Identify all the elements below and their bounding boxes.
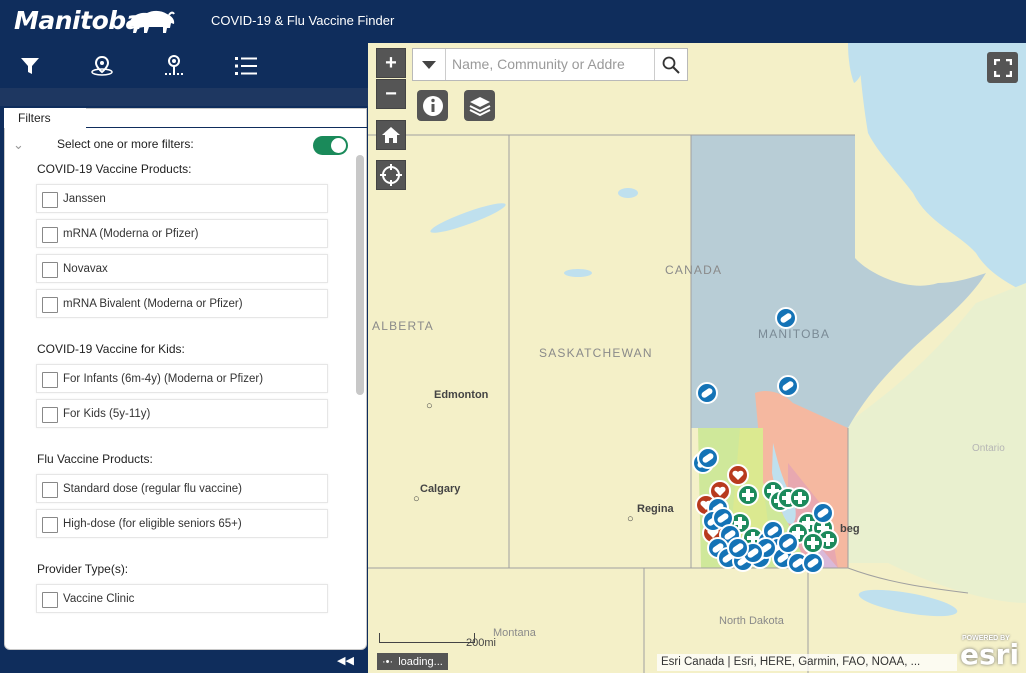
filter-option[interactable]: Vaccine Clinic bbox=[36, 584, 328, 613]
home-button[interactable] bbox=[376, 120, 406, 150]
crosshair-icon bbox=[380, 164, 402, 186]
layers-button[interactable] bbox=[464, 90, 495, 121]
esri-logo-text: esri bbox=[960, 638, 1020, 671]
locate-me-button[interactable] bbox=[376, 160, 406, 190]
scale-label: 200mi bbox=[466, 637, 496, 649]
caret-down-icon bbox=[422, 60, 436, 69]
section-title-covid-products: COVID-19 Vaccine Products: bbox=[37, 162, 192, 176]
app-title: COVID-19 & Flu Vaccine Finder bbox=[211, 13, 395, 28]
loading-indicator: ·•· loading... bbox=[377, 653, 448, 670]
section-title-provider-types: Provider Type(s): bbox=[37, 562, 129, 576]
search-input[interactable] bbox=[452, 56, 652, 72]
vaccine-site-marker[interactable] bbox=[727, 464, 749, 486]
vaccine-site-marker[interactable] bbox=[696, 382, 718, 404]
widget-toolbar bbox=[0, 43, 368, 88]
locate-pin-icon bbox=[91, 55, 113, 76]
filter-option-label: mRNA (Moderna or Pfizer) bbox=[63, 228, 199, 240]
search-source-dropdown[interactable] bbox=[413, 49, 446, 80]
list-button[interactable] bbox=[232, 52, 260, 80]
filter-option[interactable]: mRNA Bivalent (Moderna or Pfizer) bbox=[36, 289, 328, 318]
info-icon bbox=[422, 95, 443, 116]
vaccine-site-marker[interactable] bbox=[775, 307, 797, 329]
tab-filters[interactable]: Filters bbox=[4, 108, 86, 128]
checkbox[interactable] bbox=[42, 262, 58, 278]
filter-option-label: Janssen bbox=[63, 193, 106, 205]
filter-button[interactable] bbox=[16, 52, 44, 80]
collapse-bar: ◀◀ bbox=[0, 650, 368, 673]
panel-scrollbar[interactable] bbox=[356, 155, 364, 395]
search-button[interactable] bbox=[654, 49, 687, 80]
sidebar: Filters ⌄ Select one or more filters: CO… bbox=[0, 43, 368, 673]
tab-slant bbox=[64, 108, 84, 128]
fullscreen-icon bbox=[993, 58, 1012, 77]
filter-option[interactable]: For Kids (5y-11y) bbox=[36, 399, 328, 428]
checkbox[interactable] bbox=[42, 592, 58, 608]
loading-icon: ·•· bbox=[382, 655, 394, 668]
vaccine-site-marker[interactable] bbox=[789, 487, 811, 509]
checkbox[interactable] bbox=[42, 297, 58, 313]
filter-option-label: Standard dose (regular flu vaccine) bbox=[63, 483, 242, 495]
bison-logo-icon bbox=[129, 10, 175, 33]
fullscreen-button[interactable] bbox=[987, 52, 1018, 83]
checkbox[interactable] bbox=[42, 227, 58, 243]
filter-option[interactable]: For Infants (6m-4y) (Moderna or Pfizer) bbox=[36, 364, 328, 393]
filter-option-label: For Infants (6m-4y) (Moderna or Pfizer) bbox=[63, 373, 264, 385]
vaccine-site-marker[interactable] bbox=[812, 502, 834, 524]
home-icon bbox=[382, 127, 400, 143]
info-button[interactable] bbox=[417, 90, 448, 121]
select-filters-label: Select one or more filters: bbox=[57, 137, 194, 151]
manitoba-logo[interactable]: Manitoba bbox=[14, 6, 143, 35]
zoom-in-button[interactable]: + bbox=[376, 48, 406, 78]
filter-option-label: For Kids (5y-11y) bbox=[63, 408, 151, 420]
search-icon bbox=[662, 56, 680, 74]
checkbox[interactable] bbox=[42, 407, 58, 423]
locate-button[interactable] bbox=[88, 52, 116, 80]
map-view[interactable]: CANADA ALBERTA SASKATCHEWAN MANITOBA Nor… bbox=[368, 43, 1026, 673]
filter-option[interactable]: mRNA (Moderna or Pfizer) bbox=[36, 219, 328, 248]
filter-option-label: High-dose (for eligible seniors 65+) bbox=[63, 518, 242, 530]
tab-filters-label: Filters bbox=[18, 111, 51, 125]
vaccine-site-marker[interactable] bbox=[737, 484, 759, 506]
checkbox[interactable] bbox=[42, 372, 58, 388]
filter-option[interactable]: Novavax bbox=[36, 254, 328, 283]
vaccine-site-marker[interactable] bbox=[777, 532, 799, 554]
toolbar-divider bbox=[0, 88, 368, 106]
search-widget bbox=[412, 48, 688, 81]
list-icon bbox=[235, 57, 257, 75]
map-attribution[interactable]: Esri Canada | Esri, HERE, Garmin, FAO, N… bbox=[657, 654, 957, 671]
filter-option-label: Vaccine Clinic bbox=[63, 593, 135, 605]
filter-option-label: mRNA Bivalent (Moderna or Pfizer) bbox=[63, 298, 243, 310]
vaccine-site-marker[interactable] bbox=[802, 532, 824, 554]
collapse-panel-icon[interactable]: ◀◀ bbox=[337, 654, 354, 667]
loading-text: loading... bbox=[398, 655, 443, 668]
filter-option[interactable]: Janssen bbox=[36, 184, 328, 213]
checkbox[interactable] bbox=[42, 517, 58, 533]
directions-icon bbox=[165, 55, 183, 75]
esri-logo[interactable]: POWERED BY esri bbox=[958, 633, 1020, 671]
app-header: Manitoba COVID-19 & Flu Vaccine Finder bbox=[0, 0, 1026, 43]
filter-option[interactable]: Standard dose (regular flu vaccine) bbox=[36, 474, 328, 503]
toggle-knob bbox=[331, 138, 346, 153]
filters-body: ⌄ Select one or more filters: COVID-19 V… bbox=[5, 129, 360, 649]
filter-option-label: Novavax bbox=[63, 263, 108, 275]
checkbox[interactable] bbox=[42, 192, 58, 208]
vaccine-site-marker[interactable] bbox=[727, 537, 749, 559]
vaccine-site-marker[interactable] bbox=[777, 375, 799, 397]
filter-option[interactable]: High-dose (for eligible seniors 65+) bbox=[36, 509, 328, 538]
zoom-out-button[interactable]: − bbox=[376, 79, 406, 109]
section-title-covid-kids: COVID-19 Vaccine for Kids: bbox=[37, 342, 185, 356]
vaccine-site-marker[interactable] bbox=[697, 447, 719, 469]
filters-toggle[interactable] bbox=[313, 136, 348, 155]
chevron-down-icon[interactable]: ⌄ bbox=[13, 137, 24, 153]
section-title-flu-products: Flu Vaccine Products: bbox=[37, 452, 153, 466]
checkbox[interactable] bbox=[42, 482, 58, 498]
layers-icon bbox=[469, 96, 490, 116]
scale-bar bbox=[379, 633, 475, 643]
vaccine-site-markers bbox=[692, 307, 839, 574]
filter-icon bbox=[21, 58, 39, 74]
directions-button[interactable] bbox=[160, 52, 188, 80]
vaccine-site-marker[interactable] bbox=[802, 552, 824, 574]
